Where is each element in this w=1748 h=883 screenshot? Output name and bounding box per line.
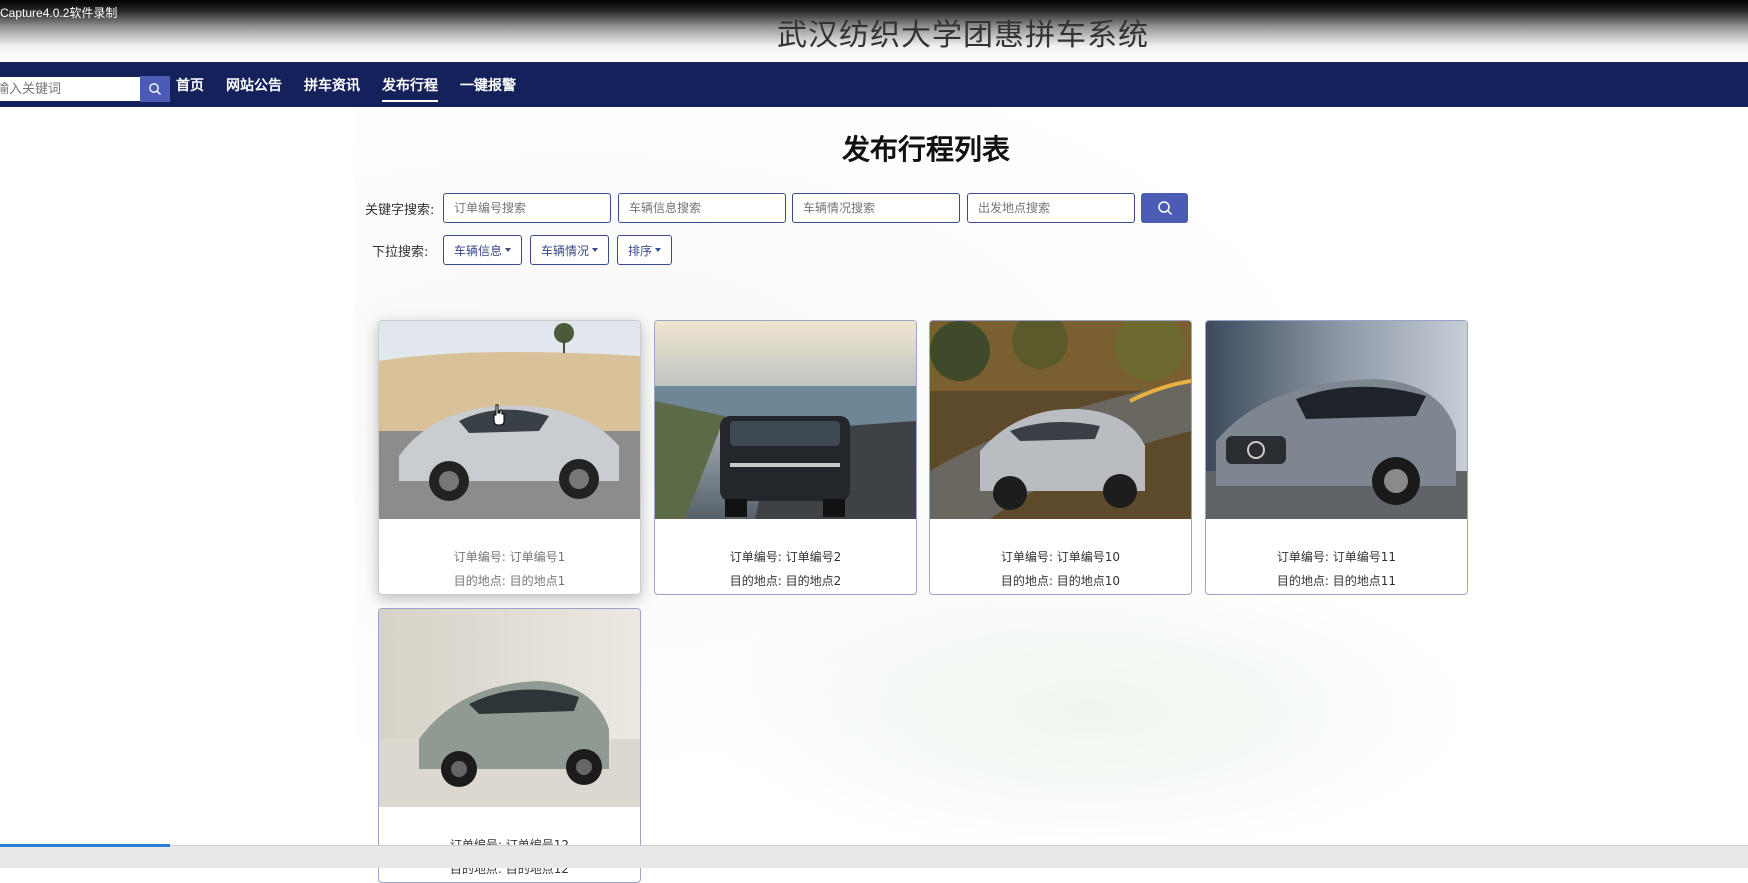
bottom-bar bbox=[0, 845, 1748, 868]
nav-link-home[interactable]: 首页 bbox=[176, 71, 204, 99]
keyword-search-button[interactable] bbox=[1141, 193, 1188, 223]
vehicle-info-search-input[interactable] bbox=[618, 193, 786, 223]
vehicle-condition-search-input[interactable] bbox=[792, 193, 960, 223]
caret-down-icon bbox=[655, 248, 662, 252]
nav-search-input[interactable] bbox=[0, 77, 140, 101]
vehicle-info-dropdown[interactable]: 车辆信息 bbox=[443, 235, 523, 265]
background-decoration-wave bbox=[700, 560, 1480, 860]
caret-down-icon bbox=[505, 248, 512, 252]
order-number: 订单编号: 订单编号2 bbox=[729, 550, 842, 564]
dropdown-label: 排序 bbox=[628, 243, 653, 258]
vehicle-condition-dropdown[interactable]: 车辆情况 bbox=[530, 235, 610, 265]
order-number-search-input[interactable] bbox=[443, 193, 611, 223]
car-image[interactable] bbox=[930, 321, 1191, 519]
trip-card[interactable]: 订单编号: 订单编号10 目的地点: 目的地点10 bbox=[929, 320, 1192, 595]
order-number: 订单编号: 订单编号10 bbox=[1000, 550, 1121, 564]
recording-progress bbox=[0, 844, 170, 847]
page-title: 发布行程列表 bbox=[841, 133, 1010, 166]
dropdown-label: 车辆情况 bbox=[541, 243, 590, 258]
trip-card[interactable]: 订单编号: 订单编号12 目的地点: 目的地点12 bbox=[378, 608, 641, 883]
nav-link-news[interactable]: 拼车资讯 bbox=[304, 71, 360, 99]
keyword-search-label: 关键字搜索: bbox=[365, 203, 435, 218]
nav-search-button[interactable] bbox=[140, 76, 170, 102]
destination: 目的地点: 目的地点10 bbox=[1000, 574, 1121, 588]
card-details: 订单编号: 订单编号1 目的地点: 目的地点1 bbox=[379, 545, 640, 593]
dropdown-search-label: 下拉搜索: bbox=[372, 245, 429, 260]
sort-dropdown[interactable]: 排序 bbox=[617, 235, 673, 265]
card-details: 订单编号: 订单编号2 目的地点: 目的地点2 bbox=[655, 545, 916, 593]
destination: 目的地点: 目的地点1 bbox=[453, 574, 566, 588]
navbar: 首页 网站公告 拼车资讯 发布行程 一键报警 bbox=[0, 62, 1748, 107]
departure-search-input[interactable] bbox=[967, 193, 1135, 223]
dropdown-label: 车辆信息 bbox=[454, 243, 503, 258]
nav-link-publish-trip[interactable]: 发布行程 bbox=[382, 71, 438, 102]
card-details: 订单编号: 订单编号10 目的地点: 目的地点10 bbox=[930, 545, 1191, 593]
search-icon bbox=[1157, 201, 1172, 216]
caret-down-icon bbox=[592, 248, 599, 252]
order-number: 订单编号: 订单编号11 bbox=[1276, 550, 1397, 564]
car-image[interactable] bbox=[379, 321, 640, 519]
nav-link-announcements[interactable]: 网站公告 bbox=[226, 71, 282, 99]
site-title: 武汉纺织大学团惠拼车系统 bbox=[777, 18, 1149, 53]
card-details: 订单编号: 订单编号11 目的地点: 目的地点11 bbox=[1206, 545, 1467, 593]
car-image[interactable] bbox=[379, 609, 640, 807]
car-image[interactable] bbox=[655, 321, 916, 519]
trip-card[interactable]: 订单编号: 订单编号11 目的地点: 目的地点11 bbox=[1205, 320, 1468, 595]
nav-link-alarm[interactable]: 一键报警 bbox=[460, 71, 516, 99]
car-image[interactable] bbox=[1206, 321, 1467, 519]
nav-links: 首页 网站公告 拼车资讯 发布行程 一键报警 bbox=[176, 62, 538, 107]
destination: 目的地点: 目的地点11 bbox=[1276, 574, 1397, 588]
search-icon bbox=[149, 83, 161, 95]
order-number: 订单编号: 订单编号1 bbox=[453, 550, 566, 564]
trip-card[interactable]: 订单编号: 订单编号1 目的地点: 目的地点1 bbox=[378, 320, 641, 595]
destination: 目的地点: 目的地点2 bbox=[729, 574, 842, 588]
hand-cursor-icon bbox=[493, 404, 505, 426]
trip-card[interactable]: 订单编号: 订单编号2 目的地点: 目的地点2 bbox=[654, 320, 917, 595]
